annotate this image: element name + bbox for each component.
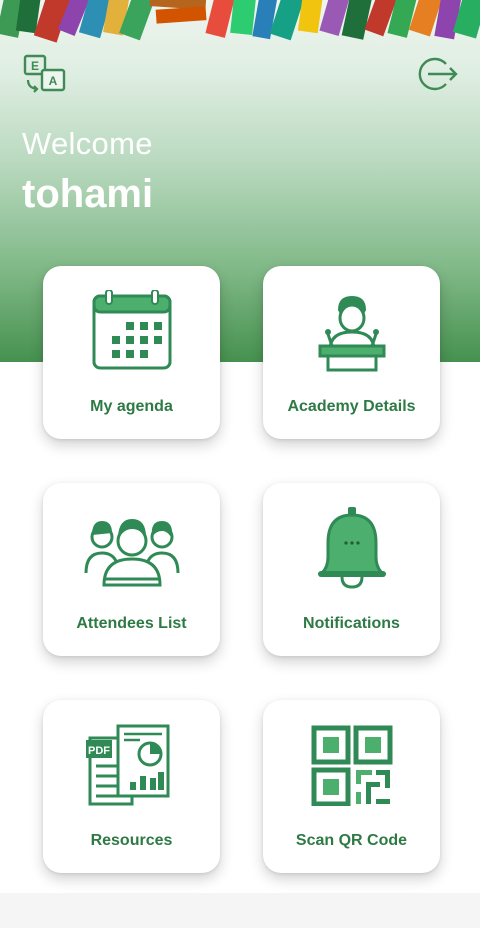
- menu-card-resources[interactable]: PDF Resources: [43, 700, 220, 873]
- svg-text:PDF: PDF: [88, 745, 110, 757]
- svg-text:E: E: [31, 59, 39, 73]
- menu-card-label: Resources: [90, 832, 173, 849]
- menu-card-label: Attendees List: [76, 615, 187, 632]
- language-switch-icon: E A: [23, 54, 66, 93]
- people-group-icon: [84, 519, 179, 587]
- menu-card-agenda[interactable]: My agenda: [43, 266, 220, 439]
- menu-card-label: Scan QR Code: [295, 832, 408, 849]
- svg-text:A: A: [49, 74, 58, 88]
- bottom-band: [0, 893, 480, 928]
- welcome-text: Welcome: [22, 126, 153, 161]
- qr-code-icon: [311, 725, 392, 806]
- menu-card-label: Notifications: [303, 615, 400, 632]
- user-name: tohami: [22, 172, 154, 216]
- bell-icon: [317, 507, 386, 589]
- menu-card-academy-details[interactable]: Academy Details: [263, 266, 440, 439]
- language-switch-button[interactable]: E A: [20, 50, 70, 98]
- menu-card-label: Academy Details: [287, 398, 416, 415]
- menu-card-notifications[interactable]: Notifications: [263, 483, 440, 656]
- logout-icon: [418, 57, 458, 91]
- documents-icon: PDF: [85, 724, 169, 806]
- menu-card-label: My agenda: [90, 398, 173, 415]
- speaker-podium-icon: [318, 296, 385, 372]
- calendar-icon: [92, 290, 171, 370]
- menu-card-scan-qr[interactable]: Scan QR Code: [263, 700, 440, 873]
- logout-button[interactable]: [414, 54, 460, 94]
- menu-card-attendees[interactable]: Attendees List: [43, 483, 220, 656]
- books-decoration: [0, 0, 480, 43]
